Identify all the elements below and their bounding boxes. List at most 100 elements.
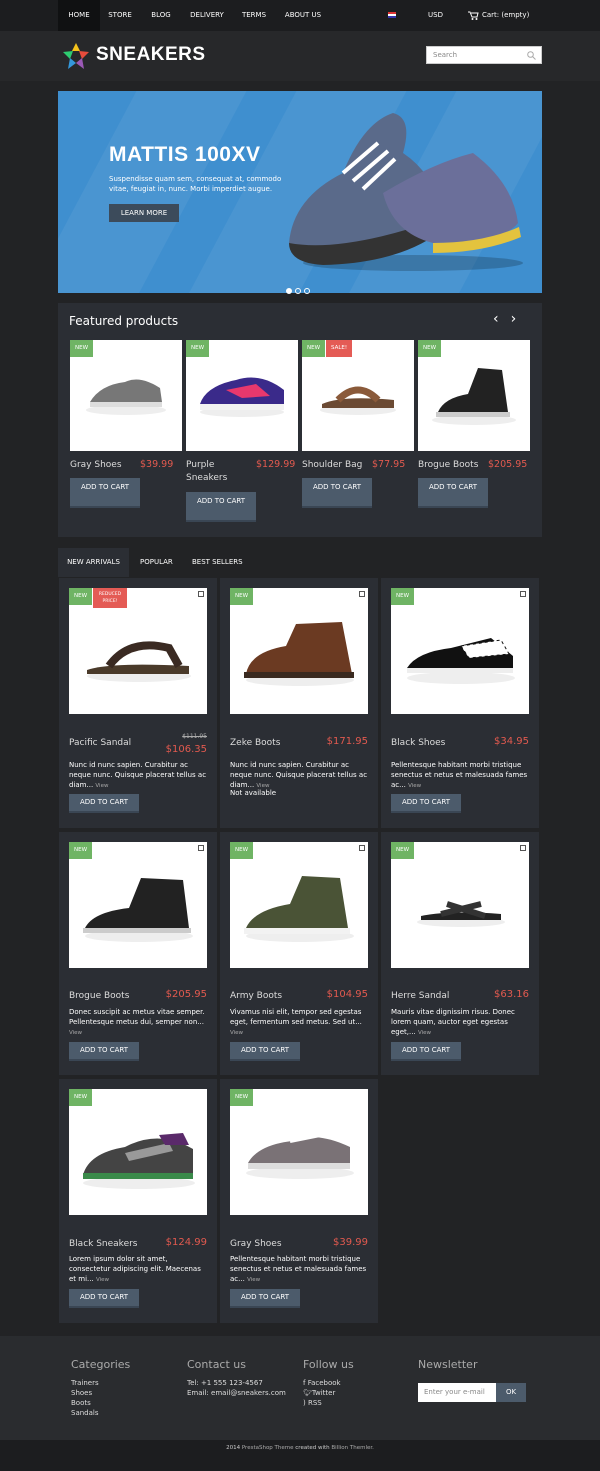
footer-link-shoes[interactable]: Shoes	[71, 1389, 92, 1397]
product-image[interactable]: NEW	[70, 340, 182, 451]
view-link[interactable]: View	[96, 1277, 109, 1283]
product-name[interactable]: Brogue Boots	[418, 459, 478, 472]
product-image[interactable]: NEW	[69, 842, 207, 968]
product-name[interactable]: Herre Sandal	[391, 991, 449, 1001]
rss-label: RSS	[307, 1399, 322, 1407]
add-to-cart-button[interactable]: ADD TO CART	[418, 478, 488, 508]
nav-blog[interactable]: BLOG	[144, 0, 178, 31]
product-name[interactable]: Purple Sneakers	[186, 459, 246, 485]
quick-view-icon[interactable]	[520, 591, 526, 597]
tab-best-sellers[interactable]: BEST SELLERS	[192, 548, 243, 577]
product-name[interactable]: Pacific Sandal	[69, 738, 131, 748]
product-name[interactable]: Brogue Boots	[69, 991, 129, 1001]
featured-title: Featured products	[69, 314, 179, 328]
view-link[interactable]: View	[408, 783, 421, 789]
nav-home[interactable]: HOME	[58, 0, 100, 31]
view-link[interactable]: View	[69, 1030, 82, 1036]
chevron-left-icon[interactable]: ‹	[493, 311, 511, 327]
product-name[interactable]: Black Sneakers	[69, 1239, 138, 1249]
search-placeholder: Search	[433, 51, 458, 59]
logo-text[interactable]: SNEAKERS	[96, 44, 206, 66]
add-to-cart-button[interactable]: ADD TO CART	[230, 1042, 300, 1061]
product-image[interactable]: NEW	[418, 340, 530, 451]
product-price: $124.99	[165, 1237, 207, 1248]
footer-link-boots[interactable]: Boots	[71, 1399, 91, 1407]
add-to-cart-button[interactable]: ADD TO CART	[186, 492, 256, 522]
quick-view-icon[interactable]	[359, 591, 365, 597]
product-image[interactable]: NEW	[69, 1089, 207, 1215]
search-input[interactable]: Search	[426, 46, 542, 64]
product-image[interactable]: NEW	[186, 340, 298, 451]
rss-link[interactable]: ) RSS	[303, 1399, 322, 1407]
tab-new-arrivals[interactable]: NEW ARRIVALS	[58, 548, 129, 577]
twitter-link[interactable]: 🐦︎Twitter	[303, 1389, 335, 1397]
product-name[interactable]: Black Shoes	[391, 738, 445, 748]
product-price: $106.35	[165, 744, 207, 755]
add-to-cart-button[interactable]: ADD TO CART	[391, 794, 461, 813]
view-link[interactable]: View	[418, 1030, 431, 1036]
email-value[interactable]: email@sneakers.com	[211, 1389, 286, 1397]
add-to-cart-button[interactable]: ADD TO CART	[69, 1042, 139, 1061]
add-to-cart-button[interactable]: ADD TO CART	[69, 794, 139, 813]
quick-view-icon[interactable]	[198, 845, 204, 851]
view-link[interactable]: View	[247, 1277, 260, 1283]
product-description: Nunc id nunc sapien. Curabitur ac neque …	[69, 760, 209, 791]
product-image[interactable]: NEW	[230, 842, 368, 968]
quick-view-icon[interactable]	[359, 845, 365, 851]
learn-more-button[interactable]: LEARN MORE	[109, 204, 179, 222]
nav-about-us[interactable]: ABOUT US	[280, 0, 326, 31]
product-name[interactable]: Zeke Boots	[230, 738, 280, 748]
currency-selector[interactable]: USD	[428, 0, 443, 31]
add-to-cart-button[interactable]: ADD TO CART	[69, 1289, 139, 1308]
nav-delivery[interactable]: DELIVERY	[184, 0, 230, 31]
product-image[interactable]: NEW	[230, 1089, 368, 1215]
product-name[interactable]: Gray Shoes	[230, 1239, 282, 1249]
slider-dot[interactable]	[286, 288, 292, 294]
copyright-theme-link[interactable]: PrestaShop Theme	[242, 1445, 294, 1451]
tab-popular[interactable]: POPULAR	[140, 548, 173, 577]
contact-email: Email: email@sneakers.com	[187, 1389, 286, 1397]
black-sneakers-image	[83, 1133, 195, 1189]
slider-dots	[286, 279, 313, 298]
phone-label: Tel:	[187, 1379, 199, 1387]
newsletter-email-input[interactable]: Enter your e-mail	[418, 1383, 496, 1402]
quick-view-icon[interactable]	[520, 845, 526, 851]
add-to-cart-button[interactable]: ADD TO CART	[302, 478, 372, 508]
footer-link-trainers[interactable]: Trainers	[71, 1379, 99, 1387]
product-description: Mauris vitae dignissim risus. Donec lore…	[391, 1007, 531, 1038]
product-name[interactable]: Shoulder Bag	[302, 459, 362, 472]
product-image[interactable]: NEW	[391, 842, 529, 968]
product-description: Donec suscipit ac metus vitae semper. Pe…	[69, 1007, 209, 1038]
product-name[interactable]: Gray Shoes	[70, 459, 122, 472]
hero-title: MATTIS 100XV	[109, 143, 261, 166]
slider-dot[interactable]	[304, 288, 310, 294]
view-link[interactable]: View	[95, 783, 108, 789]
chevron-right-icon[interactable]: ›	[511, 311, 529, 327]
product-image[interactable]: NEW SALE!	[302, 340, 414, 451]
footer-link-sandals[interactable]: Sandals	[71, 1409, 99, 1417]
nav-terms[interactable]: TERMS	[236, 0, 272, 31]
view-link[interactable]: View	[230, 1030, 243, 1036]
facebook-link[interactable]: f Facebook	[303, 1379, 341, 1387]
new-badge: NEW	[302, 340, 326, 357]
language-flag-icon[interactable]	[388, 12, 396, 18]
product-image[interactable]: NEW	[230, 588, 368, 714]
quick-view-icon[interactable]	[198, 591, 204, 597]
newsletter-ok-button[interactable]: OK	[496, 1383, 526, 1402]
cart-link[interactable]: Cart: (empty)	[468, 0, 529, 31]
add-to-cart-button[interactable]: ADD TO CART	[70, 478, 140, 508]
nav-store[interactable]: STORE	[102, 0, 138, 31]
new-badge: NEW	[391, 842, 415, 859]
black-shoes-image	[407, 638, 515, 684]
add-to-cart-button[interactable]: ADD TO CART	[391, 1042, 461, 1061]
logo-icon[interactable]	[62, 42, 90, 70]
add-to-cart-button[interactable]: ADD TO CART	[230, 1289, 300, 1308]
product-image[interactable]: NEW	[391, 588, 529, 714]
product-price: $205.95	[488, 459, 528, 470]
herre-sandal-image	[417, 901, 505, 927]
product-image[interactable]: NEW REDUCED PRICE!	[69, 588, 207, 714]
product-name[interactable]: Army Boots	[230, 991, 282, 1001]
copyright-author-link[interactable]: Billion Themler.	[331, 1445, 374, 1451]
slider-dot[interactable]	[295, 288, 301, 294]
search-icon[interactable]	[527, 51, 536, 60]
